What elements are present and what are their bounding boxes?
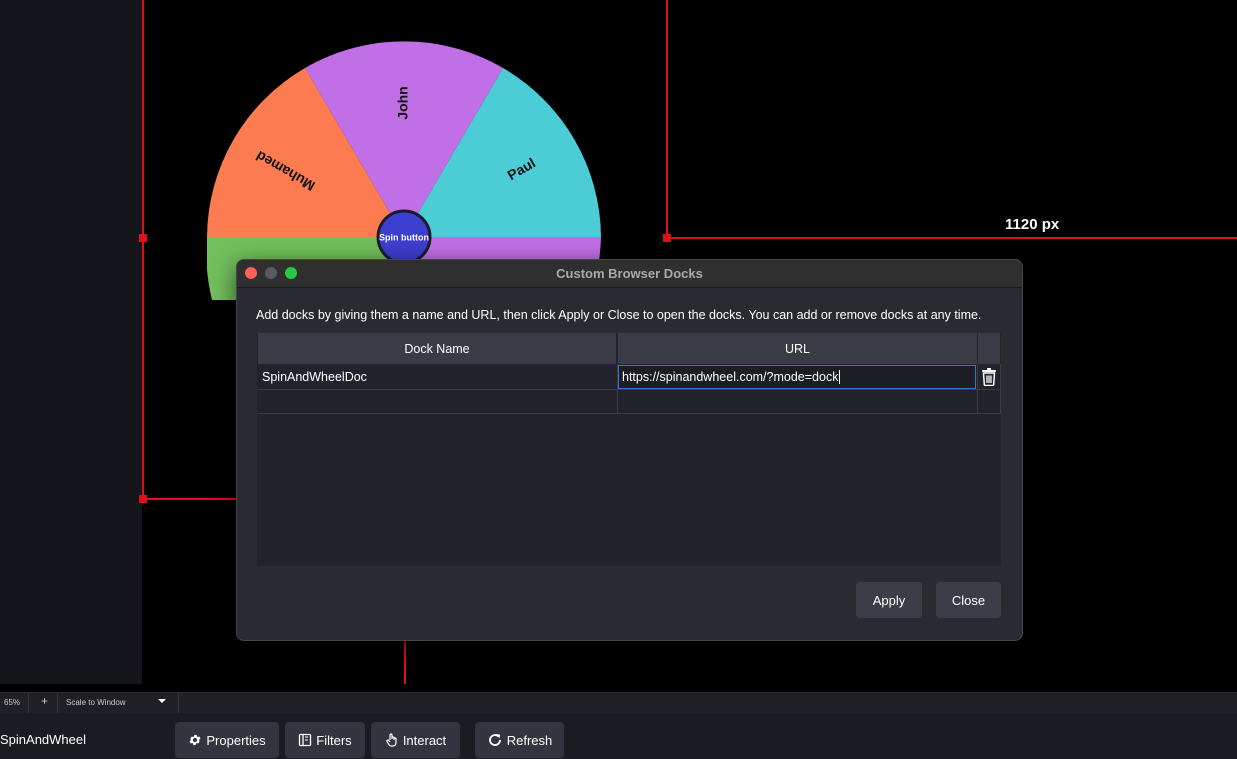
guide-line-vertical-bottom xyxy=(404,639,406,684)
docks-table: Dock Name URL SpinAndWheelDoc https://sp… xyxy=(257,333,1001,566)
wheel-label-john: John xyxy=(395,86,411,119)
resize-handle-right[interactable] xyxy=(663,234,671,242)
guide-line-horizontal-right xyxy=(666,237,1237,239)
column-header-dock-name[interactable]: Dock Name xyxy=(258,333,617,364)
spin-button-label: Spin button xyxy=(379,232,429,242)
divider xyxy=(178,693,179,713)
text-caret xyxy=(839,370,841,384)
filters-button-label: Filters xyxy=(316,732,352,748)
dialog-titlebar[interactable]: Custom Browser Docks xyxy=(237,260,1022,288)
resize-handle-bottom-left[interactable] xyxy=(139,495,147,503)
dock-url-input[interactable]: https://spinandwheel.com/?mode=dock xyxy=(618,365,976,389)
canvas-width-label: 1120 px xyxy=(1005,216,1060,233)
table-row-empty-url[interactable] xyxy=(618,390,977,414)
preview-status-bar: 65% + Scale to Window xyxy=(0,692,1237,713)
properties-button[interactable]: Properties xyxy=(175,722,279,758)
trash-icon xyxy=(982,368,996,386)
hand-pointer-icon xyxy=(386,733,397,747)
table-row[interactable]: SpinAndWheelDoc xyxy=(257,365,617,389)
interact-button-label: Interact xyxy=(402,732,447,748)
refresh-button-label: Refresh xyxy=(506,732,553,748)
divider xyxy=(28,693,29,713)
table-row-empty-name[interactable] xyxy=(257,390,617,414)
dock-name-cell[interactable]: SpinAndWheelDoc xyxy=(262,370,367,384)
dialog-title: Custom Browser Docks xyxy=(556,266,703,281)
column-divider xyxy=(1000,364,1001,414)
refresh-icon xyxy=(488,734,501,746)
gear-icon xyxy=(189,734,201,746)
chevron-down-icon[interactable] xyxy=(157,696,167,708)
filters-button[interactable]: Filters xyxy=(285,722,365,758)
source-toolbar: SpinAndWheel Properties Filters Interact… xyxy=(0,713,1237,759)
zoom-level: 65% xyxy=(4,698,21,707)
guide-line-bottom xyxy=(142,498,242,500)
left-panel xyxy=(0,0,142,684)
guide-line-vertical-top xyxy=(666,0,668,240)
custom-browser-docks-dialog: Custom Browser Docks Add docks by giving… xyxy=(236,259,1023,641)
column-header-url[interactable]: URL xyxy=(618,333,978,364)
divider xyxy=(57,693,58,713)
column-header-actions xyxy=(978,333,1000,364)
refresh-button[interactable]: Refresh xyxy=(475,722,564,758)
apply-button[interactable]: Apply xyxy=(856,582,922,618)
scale-mode-select[interactable]: Scale to Window xyxy=(66,698,126,707)
selected-source-name: SpinAndWheel xyxy=(0,732,86,747)
plus-icon[interactable]: + xyxy=(41,694,48,708)
resize-handle-left[interactable] xyxy=(139,234,147,242)
delete-dock-button[interactable] xyxy=(978,365,1000,389)
guide-line-left xyxy=(142,0,144,500)
properties-button-label: Properties xyxy=(206,732,266,748)
filter-icon xyxy=(299,733,312,747)
interact-button[interactable]: Interact xyxy=(371,722,460,758)
dialog-description: Add docks by giving them a name and URL,… xyxy=(256,308,982,322)
close-button[interactable]: Close xyxy=(936,582,1001,618)
